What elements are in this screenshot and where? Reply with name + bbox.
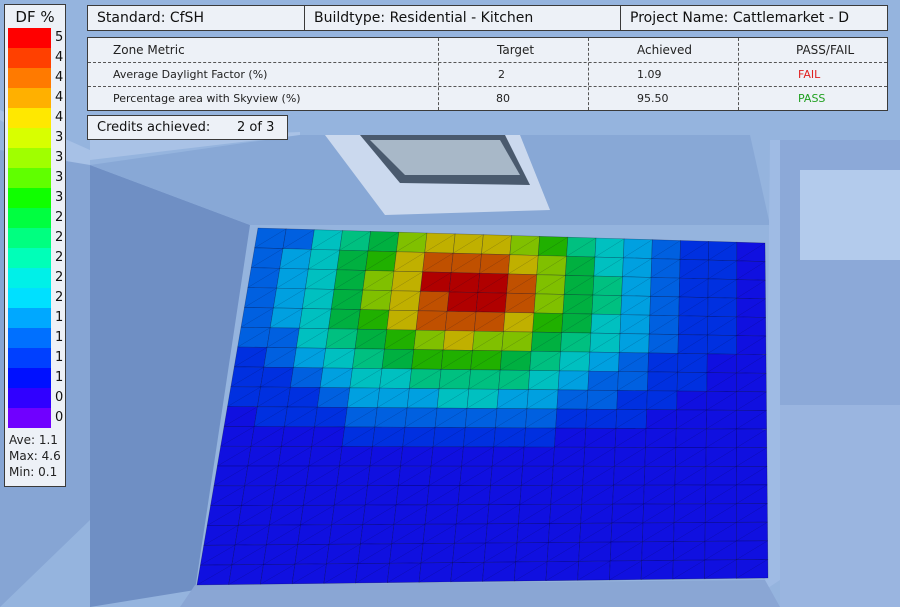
- legend-swatch: [8, 288, 51, 308]
- column-divider: [438, 38, 439, 110]
- legend-swatch: [8, 228, 51, 248]
- legend-swatch: [8, 208, 51, 228]
- legend-value: 3: [55, 190, 64, 205]
- credits-value: 2 of 3: [237, 120, 275, 135]
- metric-name: Average Daylight Factor (%): [113, 68, 268, 81]
- right-opening: [800, 170, 900, 260]
- legend-swatch: [8, 348, 51, 368]
- legend-value: 2: [55, 230, 64, 245]
- stat-max: Max: 4.6: [9, 449, 61, 463]
- stat-min: Min: 0.1: [9, 465, 58, 479]
- legend-value: 3: [55, 130, 64, 145]
- metric-name: Percentage area with Skyview (%): [113, 92, 301, 105]
- legend-swatch: [8, 248, 51, 268]
- project-name-label: Project Name: Cattlemarket - D: [620, 5, 888, 31]
- legend-swatch: [8, 28, 51, 48]
- legend-value: 0: [55, 390, 64, 405]
- legend-title: DF %: [15, 8, 55, 26]
- target-value: 80: [496, 92, 510, 105]
- legend-value: 1: [55, 310, 64, 325]
- col-header-achieved: Achieved: [637, 43, 693, 57]
- legend-value: 2: [55, 250, 64, 265]
- col-header-zone-metric: Zone Metric: [113, 43, 185, 57]
- credits-label: Credits achieved:: [97, 120, 211, 135]
- legend-swatch: [8, 188, 51, 208]
- daylight-heatmap: [196, 227, 769, 586]
- legend-value: 4: [55, 50, 64, 65]
- achieved-value: 95.50: [637, 92, 669, 105]
- result-status: PASS: [798, 92, 826, 105]
- col-header-target: Target: [497, 43, 535, 57]
- legend-swatch: [8, 368, 51, 388]
- legend-swatch: [8, 328, 51, 348]
- standard-label: Standard: CfSH: [87, 5, 306, 31]
- legend-value: 3: [55, 150, 64, 165]
- credits-box: Credits achieved: 2 of 3: [87, 115, 288, 140]
- legend-swatch: [8, 88, 51, 108]
- col-header-pass-fail: PASS/FAIL: [796, 43, 855, 57]
- result-status: FAIL: [798, 68, 821, 81]
- results-table: Zone Metric Target Achieved PASS/FAIL Av…: [87, 37, 888, 111]
- buildtype-label: Buildtype: Residential - Kitchen: [304, 5, 622, 31]
- stat-average: Ave: 1.1: [9, 433, 58, 447]
- legend-swatch: [8, 408, 51, 428]
- df-legend: DF % 5 4 4 4 4 3 3 3 3 2 2 2 2 2 1 1 1 1 0 0 Ave: 1.1 Max: …: [4, 4, 66, 487]
- legend-value: 1: [55, 370, 64, 385]
- legend-swatch: [8, 308, 51, 328]
- legend-swatch: [8, 168, 51, 188]
- legend-value: 5: [55, 30, 64, 45]
- legend-swatch: [8, 268, 51, 288]
- legend-value: 4: [55, 110, 64, 125]
- legend-swatch: [8, 108, 51, 128]
- legend-value: 4: [55, 90, 64, 105]
- column-divider: [588, 38, 589, 110]
- column-divider: [738, 38, 739, 110]
- legend-swatch: [8, 128, 51, 148]
- legend-swatch: [8, 48, 51, 68]
- legend-value: 2: [55, 290, 64, 305]
- legend-value: 2: [55, 210, 64, 225]
- legend-value: 0: [55, 410, 64, 425]
- legend-swatch: [8, 388, 51, 408]
- legend-value: 3: [55, 170, 64, 185]
- legend-swatch: [8, 148, 51, 168]
- legend-value: 1: [55, 350, 64, 365]
- achieved-value: 1.09: [637, 68, 662, 81]
- right-floor-ledge: [780, 405, 900, 607]
- legend-swatch: [8, 68, 51, 88]
- legend-value: 4: [55, 70, 64, 85]
- target-value: 2: [498, 68, 505, 81]
- legend-value: 1: [55, 330, 64, 345]
- legend-value: 2: [55, 270, 64, 285]
